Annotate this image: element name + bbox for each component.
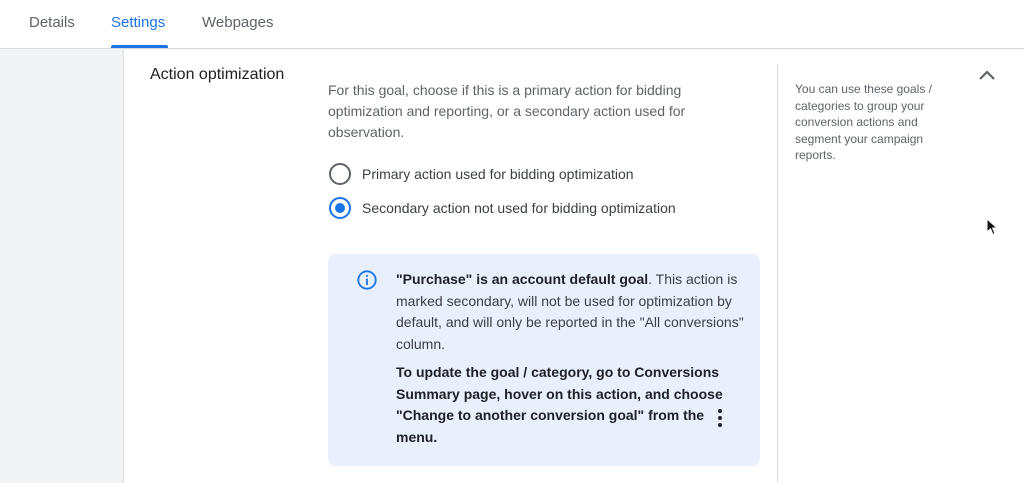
radio-primary-action[interactable]: Primary action used for bidding optimiza…	[329, 163, 634, 185]
info-message-bold: "Purchase" is an account default goal	[396, 271, 649, 287]
radio-checked-icon[interactable]	[329, 197, 351, 219]
tab-settings[interactable]: Settings	[111, 14, 165, 31]
side-help-text: You can use these goals / categories to …	[795, 82, 932, 162]
section-description: For this goal, choose if this is a prima…	[328, 82, 686, 140]
radio-unchecked-icon[interactable]	[329, 163, 351, 185]
tab-webpages[interactable]: Webpages	[202, 14, 273, 31]
mouse-pointer-icon	[986, 218, 998, 236]
column-divider	[777, 64, 778, 483]
more-vert-icon[interactable]	[712, 407, 728, 429]
tab-details[interactable]: Details	[29, 14, 75, 31]
info-instruction-end: menu.	[396, 428, 438, 445]
info-message: "Purchase" is an account default goal. T…	[396, 269, 746, 355]
info-instruction-text: To update the goal / category, go to Con…	[396, 364, 723, 423]
left-gutter	[0, 50, 123, 483]
radio-secondary-action[interactable]: Secondary action not used for bidding op…	[329, 197, 676, 219]
info-icon	[357, 270, 377, 290]
active-tab-indicator	[111, 45, 168, 48]
radio-secondary-label: Secondary action not used for bidding op…	[362, 200, 676, 216]
tab-bar: Details Settings Webpages	[0, 0, 1024, 49]
info-instruction: To update the goal / category, go to Con…	[396, 362, 736, 448]
radio-primary-label: Primary action used for bidding optimiza…	[362, 166, 634, 182]
section-title: Action optimization	[150, 66, 285, 83]
chevron-up-icon[interactable]	[975, 64, 999, 88]
